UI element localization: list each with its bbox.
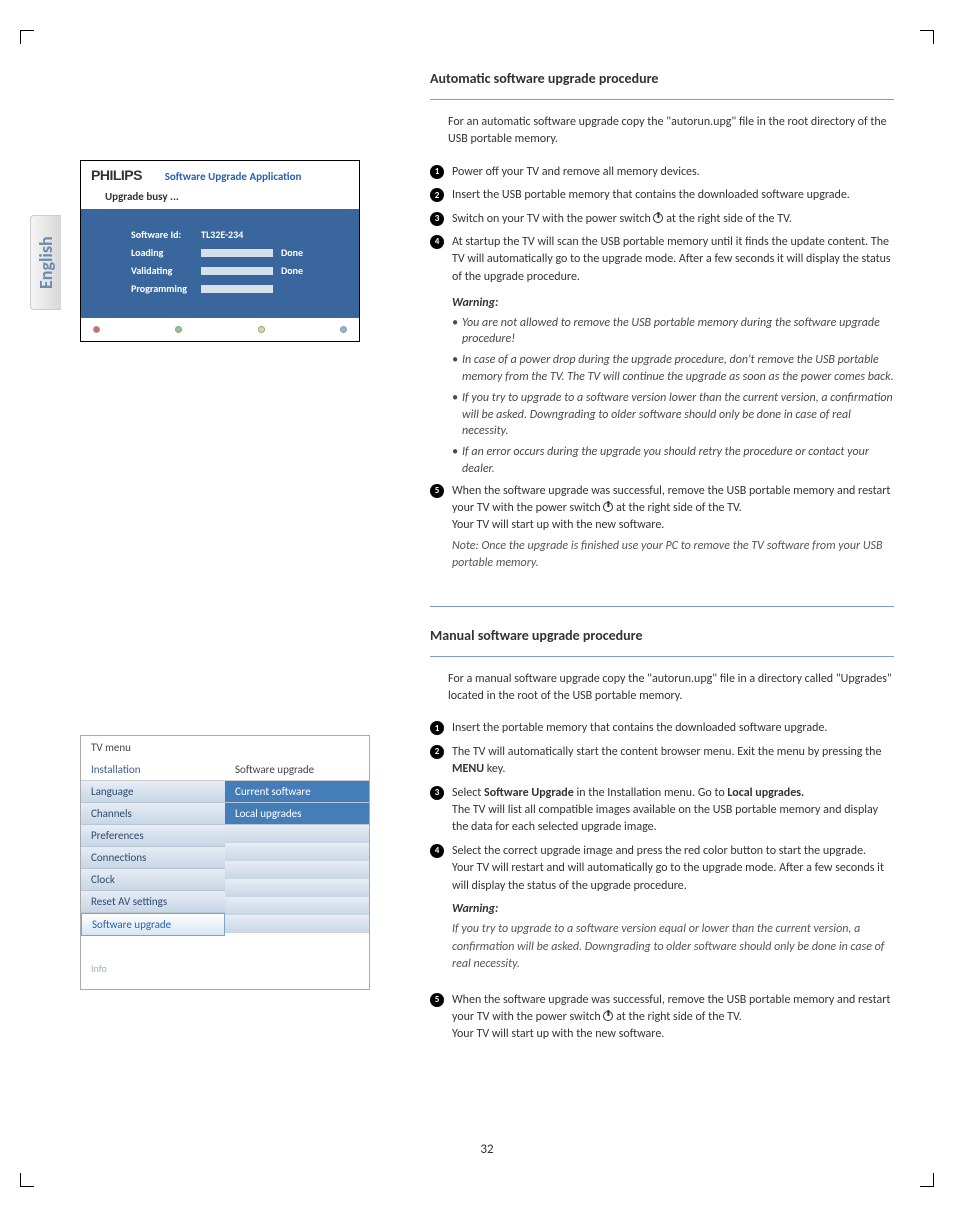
left-column: PHILIPS Software Upgrade Application Upg… <box>80 70 380 342</box>
auto-title: Automatic software upgrade procedure <box>430 70 894 87</box>
divider <box>430 606 894 607</box>
warning-item: In case of a power drop during the upgra… <box>452 350 894 388</box>
step-number-icon: 1 <box>430 165 444 179</box>
page-number: 32 <box>480 1142 493 1157</box>
warning-item: If an error occurs during the upgrade yo… <box>452 442 894 480</box>
menu-item: Channels <box>81 803 225 825</box>
auto-intro: For an automatic software upgrade copy t… <box>448 114 894 149</box>
page-content: English PHILIPS Software Upgrade Applica… <box>80 70 894 1157</box>
crop-mark <box>920 1173 934 1187</box>
step-text: Switch on your TV with the power switch <box>452 212 653 226</box>
step-text: Your TV will restart and will automatica… <box>452 860 894 895</box>
step-text: Power off your TV and remove all memory … <box>452 165 700 179</box>
step-number-icon: 4 <box>430 844 444 858</box>
red-dot-icon <box>93 326 100 333</box>
bold-text: Local upgrades. <box>727 786 804 800</box>
right-column: Automatic software upgrade procedure For… <box>430 70 894 1047</box>
label-loading: Loading <box>131 246 193 259</box>
tv-menu-header: TV menu <box>81 736 369 759</box>
step-number-icon: 5 <box>430 993 444 1007</box>
warning-title: Warning: <box>452 295 894 312</box>
menu-item: Connections <box>81 847 225 869</box>
step-text: Your TV will start up with the new softw… <box>452 1026 894 1043</box>
progress-validating <box>201 267 273 275</box>
step-text: The TV will list all compatible images a… <box>452 802 894 837</box>
warning-item: If you try to upgrade to a software vers… <box>452 388 894 442</box>
step-text: Insert the USB portable memory that cont… <box>452 188 850 202</box>
step-text: Insert the portable memory that contains… <box>452 721 827 735</box>
step-number-icon: 2 <box>430 188 444 202</box>
step-text: at the right side of the TV. <box>613 501 741 515</box>
warning-item: You are not allowed to remove the USB po… <box>452 313 894 351</box>
power-icon <box>653 213 663 223</box>
step-text: in the Installation menu. Go to <box>574 786 728 800</box>
manual-section: Manual software upgrade procedure For a … <box>430 627 894 1047</box>
warning-title: Warning: <box>452 901 894 918</box>
step-text: Your TV will start up with the new softw… <box>452 517 894 534</box>
color-buttons <box>81 318 359 341</box>
yellow-dot-icon <box>258 326 265 333</box>
step-number-icon: 5 <box>430 484 444 498</box>
manual-title: Manual software upgrade procedure <box>430 627 894 644</box>
tv-menu-screenshot: TV menu Installation Language Channels P… <box>80 735 370 990</box>
power-icon <box>603 1011 613 1021</box>
menu-item-highlighted: Current software <box>225 781 369 803</box>
menu-item: Preferences <box>81 825 225 847</box>
step-text: Select the correct upgrade image and pre… <box>452 844 866 858</box>
brand-logo: PHILIPS <box>91 167 142 183</box>
progress-loading <box>201 249 273 257</box>
label-programming: Programming <box>131 282 193 295</box>
step-number-icon: 1 <box>430 721 444 735</box>
status-done: Done <box>281 264 311 277</box>
bold-text: Software Upgrade <box>484 786 574 800</box>
blue-dot-icon <box>340 326 347 333</box>
label-software-id: Software Id: <box>131 228 193 241</box>
menu-item-selected: Software upgrade <box>81 913 225 936</box>
menu-item: Clock <box>81 869 225 891</box>
menu-item-highlighted: Local upgrades <box>225 803 369 825</box>
step-text: At startup the TV will scan the USB port… <box>452 235 891 284</box>
status-done: Done <box>281 246 311 259</box>
crop-mark <box>920 30 934 44</box>
step-text: at the right side of the TV. <box>613 1010 741 1024</box>
label-validating: Validating <box>131 264 193 277</box>
language-tab: English <box>30 215 61 310</box>
menu-item: Language <box>81 781 225 803</box>
step-text: at the right side of the TV. <box>663 212 791 226</box>
app-status: Upgrade busy ... <box>105 190 349 203</box>
app-title: Software Upgrade Application <box>165 170 302 183</box>
power-icon <box>603 502 613 512</box>
installation-header: Installation <box>81 759 225 781</box>
menu-item: Reset AV settings <box>81 891 225 913</box>
step-number-icon: 3 <box>430 212 444 226</box>
divider <box>430 656 894 657</box>
upgrade-app-screenshot: PHILIPS Software Upgrade Application Upg… <box>80 160 360 342</box>
crop-mark <box>20 30 34 44</box>
green-dot-icon <box>175 326 182 333</box>
step-text: key. <box>484 762 505 776</box>
auto-section: Automatic software upgrade procedure For… <box>430 70 894 576</box>
software-upgrade-header: Software upgrade <box>225 759 369 781</box>
manual-intro: For a manual software upgrade copy the "… <box>448 671 894 706</box>
step-number-icon: 2 <box>430 745 444 759</box>
note-text: Note: Once the upgrade is finished use y… <box>452 538 894 573</box>
tv-menu-footer: Info <box>81 954 369 989</box>
progress-programming <box>201 285 273 293</box>
step-number-icon: 4 <box>430 235 444 249</box>
crop-mark <box>20 1173 34 1187</box>
menu-key-label: MENU <box>452 762 484 776</box>
divider <box>430 99 894 100</box>
value-software-id: TL32E-234 <box>201 228 261 241</box>
step-text: Select <box>452 786 484 800</box>
step-text: The TV will automatically start the cont… <box>452 745 881 759</box>
step-number-icon: 3 <box>430 786 444 800</box>
warning-text: If you try to upgrade to a software vers… <box>452 921 894 973</box>
